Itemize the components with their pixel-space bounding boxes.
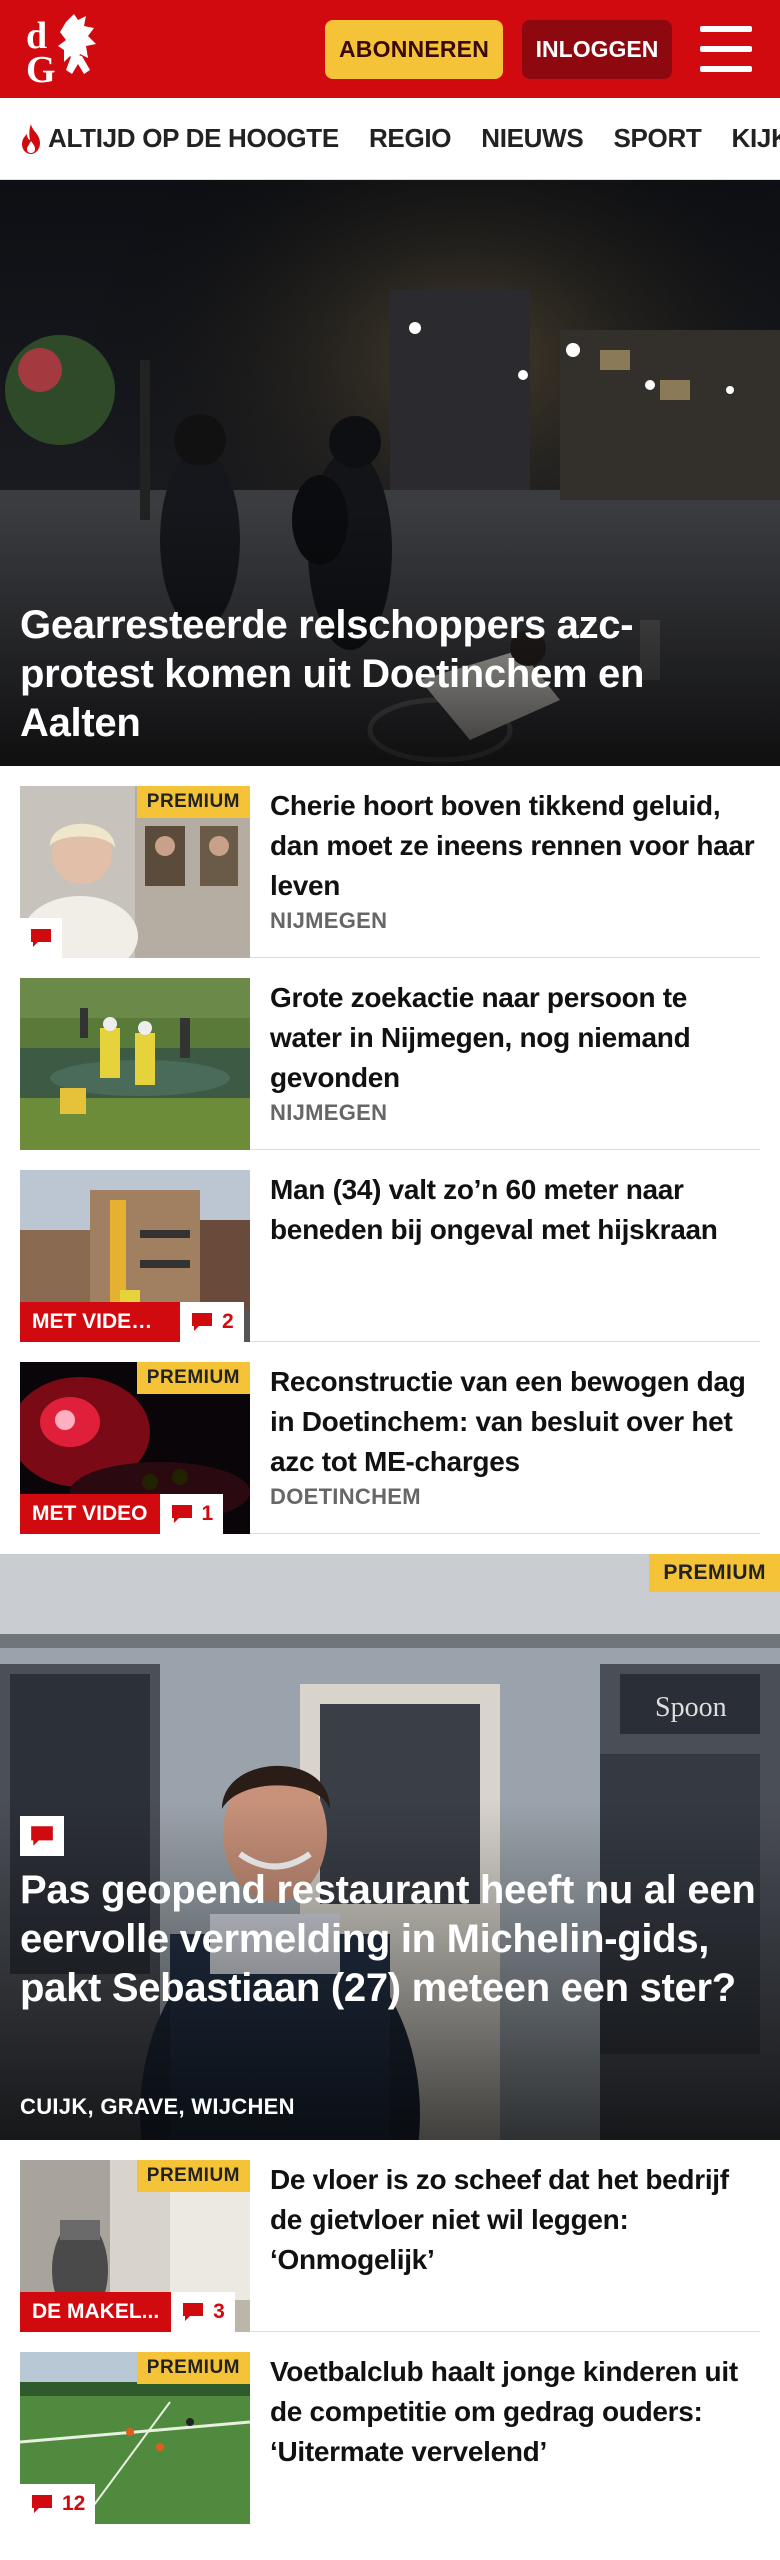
article-thumbnail: PREMIUM DE MAKEL... 3 xyxy=(20,2160,250,2332)
comment-count: 3 xyxy=(213,2300,225,2323)
article-location: DOETINCHEM xyxy=(270,1484,421,1509)
video-badge[interactable]: MET VIDEO ... xyxy=(20,1302,180,1342)
thumbnail-badges: MET VIDEO 1 xyxy=(20,1494,224,1534)
article-list: PREMIUM Cherie hoort boven tikkend gelui… xyxy=(0,766,780,1534)
article-thumbnail: PREMIUM MET VIDEO 1 xyxy=(20,1362,250,1534)
logo-emblem-icon: d G xyxy=(26,14,96,88)
featured-article[interactable]: Spoon PREMIUM Pas geopend restaurant hee… xyxy=(0,1554,780,2140)
article-list: PREMIUM DE MAKEL... 3 De vloer is zo sch… xyxy=(0,2140,780,2524)
nav-item-kijk[interactable]: KIJK xyxy=(732,123,780,154)
comment-icon xyxy=(32,2495,52,2513)
feature-location: CUIJK, GRAVE, WIJCHEN xyxy=(20,2094,295,2119)
comment-badge[interactable] xyxy=(20,918,62,958)
site-logo[interactable]: d G xyxy=(20,9,116,89)
thumbnail-badges: MET VIDEO ... 2 xyxy=(20,1302,244,1342)
restaurant-sign: Spoon xyxy=(655,1692,727,1723)
comment-badge[interactable]: 2 xyxy=(180,1302,244,1342)
article-text: Grote zoekactie naar persoon te water in… xyxy=(250,978,760,1129)
menu-icon[interactable] xyxy=(700,26,752,72)
nav-item-sport[interactable]: SPORT xyxy=(613,123,701,154)
article-thumbnail: PREMIUM 12 xyxy=(20,2352,250,2524)
list-item[interactable]: PREMIUM DE MAKEL... 3 De vloer is zo sch… xyxy=(20,2140,760,2332)
comment-icon xyxy=(31,929,51,947)
premium-badge: PREMIUM xyxy=(136,2352,250,2384)
article-thumbnail xyxy=(20,978,250,1150)
comment-icon xyxy=(192,1313,212,1331)
article-thumbnail: PREMIUM xyxy=(20,786,250,958)
comment-icon xyxy=(171,1505,192,1523)
article-title[interactable]: Cherie hoort boven tikkend geluid, dan m… xyxy=(270,786,760,906)
article-text: Man (34) valt zo’n 60 meter naar beneden… xyxy=(250,1170,760,1321)
premium-badge: PREMIUM xyxy=(136,2160,250,2192)
premium-badge: PREMIUM xyxy=(136,1362,250,1394)
site-header: d G ABONNEREN INLOGGEN xyxy=(0,0,780,98)
nav-item-label: ALTIJD OP DE HOOGTE xyxy=(48,123,339,153)
premium-badge: PREMIUM xyxy=(136,786,250,818)
video-badge[interactable]: MET VIDEO xyxy=(20,1494,160,1534)
list-item[interactable]: Grote zoekactie naar persoon te water in… xyxy=(20,958,760,1150)
article-location: NIJMEGEN xyxy=(270,908,388,933)
comment-count: 1 xyxy=(201,1502,214,1525)
article-title[interactable]: Man (34) valt zo’n 60 meter naar beneden… xyxy=(270,1170,760,1250)
article-title[interactable]: Voetbalclub haalt jonge kinderen uit de … xyxy=(270,2352,760,2472)
list-item[interactable]: PREMIUM Cherie hoort boven tikkend gelui… xyxy=(20,766,760,958)
article-text: Cherie hoort boven tikkend geluid, dan m… xyxy=(250,786,760,937)
thumbnail-badges: 12 xyxy=(20,2484,96,2524)
article-title[interactable]: De vloer is zo scheef dat het bedrijf de… xyxy=(270,2160,760,2280)
menu-line xyxy=(700,66,752,72)
nav-item-nieuws[interactable]: NIEUWS xyxy=(481,123,584,154)
comment-badge[interactable]: 12 xyxy=(20,2484,96,2524)
thumbnail-badges: DE MAKEL... 3 xyxy=(20,2292,235,2332)
article-text: Voetbalclub haalt jonge kinderen uit de … xyxy=(250,2352,760,2504)
nav-item-altijd-op-de-hoogte[interactable]: ALTIJD OP DE HOOGTE xyxy=(18,123,339,155)
article-text: Reconstructie van een bewogen dag in Doe… xyxy=(250,1362,760,1513)
menu-line xyxy=(700,46,752,52)
comment-badge[interactable] xyxy=(20,1816,64,1856)
comment-icon xyxy=(183,2303,204,2321)
article-title[interactable]: Reconstructie van een bewogen dag in Doe… xyxy=(270,1362,760,1482)
list-item[interactable]: PREMIUM MET VIDEO 1 Reconstructie van ee… xyxy=(20,1342,760,1534)
hero-title[interactable]: Gearresteerde relschoppers azc-protest k… xyxy=(20,601,760,748)
article-thumbnail: MET VIDEO ... 2 xyxy=(20,1170,250,1342)
subscribe-button[interactable]: ABONNEREN xyxy=(325,20,503,79)
comment-count: 12 xyxy=(62,2492,86,2515)
login-button[interactable]: INLOGGEN xyxy=(522,20,672,79)
feature-title[interactable]: Pas geopend restaurant heeft nu al een e… xyxy=(20,1866,760,2013)
comment-badge[interactable]: 3 xyxy=(171,2292,235,2332)
comment-icon xyxy=(31,1826,53,1846)
list-item[interactable]: PREMIUM 12 Voetbalclub haalt jonge kinde… xyxy=(20,2332,760,2524)
list-item[interactable]: MET VIDEO ... 2 Man (34) valt zo’n 60 me… xyxy=(20,1150,760,1342)
menu-line xyxy=(700,26,752,32)
comment-badge[interactable]: 1 xyxy=(159,1494,224,1534)
category-badge[interactable]: DE MAKEL... xyxy=(20,2292,172,2332)
comment-count: 2 xyxy=(222,1310,234,1333)
svg-text:G: G xyxy=(26,49,56,88)
flame-icon xyxy=(18,123,44,155)
article-location: NIJMEGEN xyxy=(270,1100,388,1125)
section-nav: ALTIJD OP DE HOOGTE REGIO NIEUWS SPORT K… xyxy=(0,98,780,180)
hero-article[interactable]: Gearresteerde relschoppers azc-protest k… xyxy=(0,180,780,766)
nav-item-regio[interactable]: REGIO xyxy=(369,123,452,154)
article-title[interactable]: Grote zoekactie naar persoon te water in… xyxy=(270,978,760,1098)
premium-badge: PREMIUM xyxy=(649,1554,780,1592)
article-text: De vloer is zo scheef dat het bedrijf de… xyxy=(250,2160,760,2311)
